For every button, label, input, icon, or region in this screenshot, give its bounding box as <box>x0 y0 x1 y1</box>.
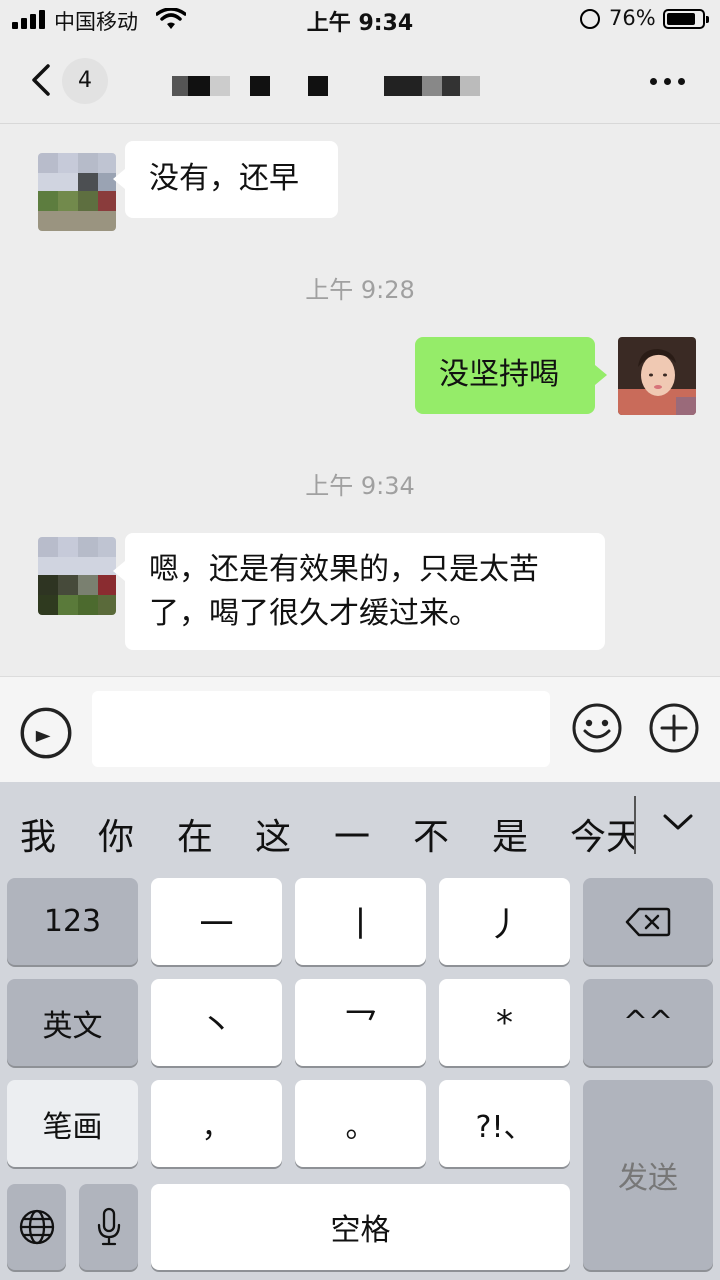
chat-header: 4 <box>0 40 720 124</box>
rotation-lock-icon <box>580 9 600 29</box>
microphone-icon <box>97 1207 120 1246</box>
contact-avatar[interactable] <box>38 537 116 615</box>
received-message-bubble[interactable]: 嗯，还是有效果的，只是太苦了，喝了很久才缓过来。 <box>113 533 605 650</box>
candidate-word[interactable]: 我 <box>20 808 56 860</box>
key-numbers[interactable]: 123 <box>7 878 138 965</box>
key-wildcard[interactable]: * <box>439 979 570 1066</box>
globe-icon <box>19 1209 54 1245</box>
received-message-bubble[interactable]: 没有，还早 <box>113 141 338 218</box>
key-stroke-pie[interactable]: 丿 <box>439 878 570 965</box>
more-options-icon[interactable] <box>648 76 688 88</box>
emoji-icon[interactable] <box>571 702 623 754</box>
voice-input-icon[interactable] <box>20 707 72 759</box>
unread-count-badge[interactable]: 4 <box>62 58 108 104</box>
sent-message-bubble[interactable]: 没坚持喝 <box>415 337 607 414</box>
battery-percent: 76% <box>609 6 656 30</box>
key-period[interactable]: 。 <box>295 1080 426 1167</box>
candidate-word[interactable]: 是 <box>492 808 528 860</box>
candidate-word[interactable]: 一 <box>334 808 370 860</box>
key-english[interactable]: 英文 <box>7 979 138 1066</box>
candidate-word[interactable]: 在 <box>177 808 213 860</box>
chevron-down-icon[interactable] <box>662 812 694 832</box>
key-punctuation[interactable]: ?!、 <box>439 1080 570 1167</box>
chat-input-bar <box>0 676 720 782</box>
dictation-key[interactable] <box>79 1184 138 1270</box>
backspace-icon <box>625 907 671 936</box>
candidate-word[interactable]: 你 <box>98 808 134 860</box>
contact-avatar[interactable] <box>38 153 116 231</box>
key-stroke-heng[interactable]: 一 <box>151 878 282 965</box>
contact-name-redacted <box>172 76 482 96</box>
key-stroke-dian[interactable]: 丶 <box>151 979 282 1066</box>
back-chevron-icon[interactable] <box>28 62 58 98</box>
delete-key[interactable] <box>583 878 713 965</box>
key-stroke-shu[interactable]: 丨 <box>295 878 426 965</box>
candidate-word[interactable]: 今天 <box>570 808 634 860</box>
keyboard: 我 你 在 这 一 不 是 今天 123 一 丨 丿 英文 丶 乛 * ^^ 笔… <box>0 782 720 1280</box>
key-comma[interactable]: ， <box>151 1080 282 1167</box>
candidate-word[interactable]: 这 <box>255 808 291 860</box>
candidate-divider <box>634 796 636 854</box>
key-emoticon[interactable]: ^^ <box>583 979 713 1066</box>
space-key[interactable]: 空格 <box>151 1184 570 1270</box>
candidate-bar: 我 你 在 这 一 不 是 今天 <box>0 782 720 878</box>
my-avatar[interactable] <box>618 337 696 415</box>
globe-key[interactable] <box>7 1184 66 1270</box>
key-stroke-zhe[interactable]: 乛 <box>295 979 426 1066</box>
send-key[interactable]: 发送 <box>583 1080 713 1270</box>
status-bar: 中国移动 上午 9:34 76% <box>0 0 720 40</box>
add-more-icon[interactable] <box>648 702 700 754</box>
message-timestamp: 上午 9:34 <box>305 472 415 500</box>
key-stroke-mode[interactable]: 笔画 <box>7 1080 138 1167</box>
message-timestamp: 上午 9:28 <box>305 276 415 304</box>
candidate-word[interactable]: 不 <box>413 808 449 860</box>
battery-icon <box>663 9 709 29</box>
message-input[interactable] <box>92 691 550 767</box>
